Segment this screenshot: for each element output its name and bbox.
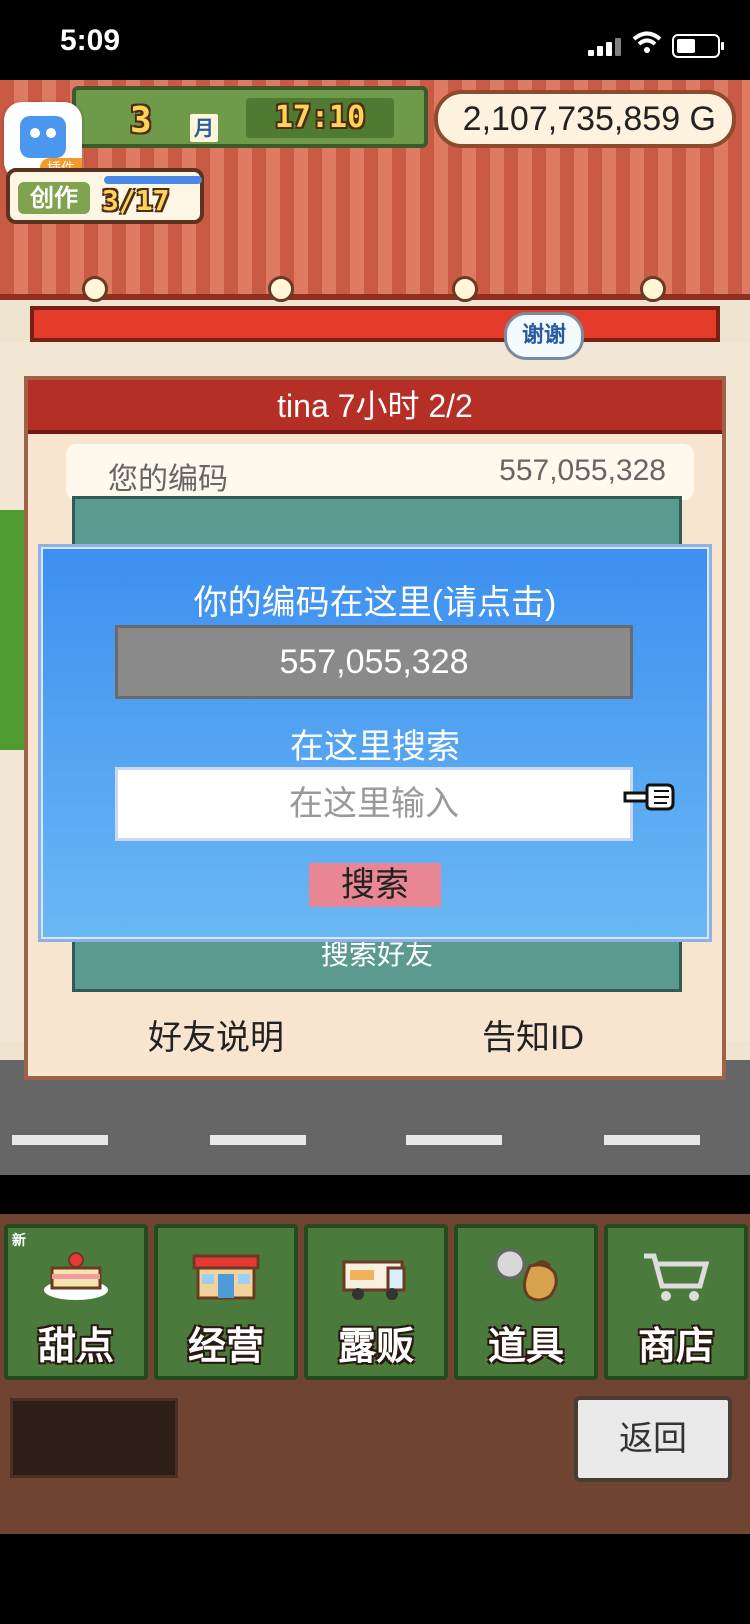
lamp-icon	[452, 276, 478, 302]
lamp-icon	[82, 276, 108, 302]
puzzle-piece-icon	[20, 116, 66, 158]
back-button[interactable]: 返回	[574, 1396, 732, 1482]
gold-counter: 2,107,735,859 G	[434, 90, 736, 148]
app-root: 5:09 3 月 17:10 2,107,735,859 G 创作 3/17 谢…	[0, 0, 750, 1624]
cellular-signal-icon	[588, 34, 622, 56]
thanks-bubble[interactable]: 谢谢	[504, 312, 584, 360]
road-line	[406, 1135, 502, 1145]
tell-id-link[interactable]: 告知ID	[482, 1010, 584, 1059]
your-code-row: 您的编码 557,055,328	[66, 444, 694, 500]
friend-links: 好友说明 告知ID	[28, 1010, 722, 1070]
month-unit: 月	[190, 114, 218, 142]
create-count: 3/17	[102, 184, 170, 217]
menu-item-dessert[interactable]: 新 甜点	[4, 1224, 148, 1380]
menu-label: 甜点	[37, 1324, 114, 1368]
cake-icon	[36, 1244, 116, 1308]
menu-row: 新 甜点 经营 露贩 道具 商店	[0, 1224, 750, 1380]
bottom-panel: 新 甜点 经营 露贩 道具 商店	[0, 1214, 750, 1534]
month-clock-panel: 3 月 17:10	[72, 86, 428, 148]
create-progress-bar	[104, 176, 202, 184]
your-code-box[interactable]: 557,055,328	[115, 625, 633, 699]
lamp-icon	[640, 276, 666, 302]
menu-label: 经营	[187, 1324, 264, 1368]
wifi-icon	[632, 30, 662, 56]
code-value: 557,055,328	[499, 454, 666, 487]
friend-panel-title: tina 7小时 2/2	[28, 380, 722, 434]
new-tag: 新	[12, 1233, 26, 1249]
lamp-icon	[268, 276, 294, 302]
shop-awning	[30, 306, 720, 342]
dark-slot	[10, 1398, 178, 1478]
game-clock: 17:10	[246, 98, 394, 138]
search-label: 在这里搜索	[290, 727, 460, 767]
search-input[interactable]: 在这里输入	[115, 767, 633, 841]
item-bag-icon	[486, 1244, 566, 1308]
status-bar: 5:09	[0, 0, 750, 80]
create-badge: 创作 3/17	[6, 168, 204, 224]
road-line	[604, 1135, 700, 1145]
battery-icon	[672, 34, 724, 58]
menu-label: 露贩	[337, 1324, 414, 1368]
friend-explanation-link[interactable]: 好友说明	[148, 1010, 284, 1059]
hand-pointer-icon	[621, 775, 677, 819]
month-value: 3	[130, 100, 152, 141]
search-dialog: 你的编码在这里(请点击) 557,055,328 在这里搜索 在这里输入 搜索	[38, 544, 712, 942]
menu-item-store[interactable]: 商店	[604, 1224, 748, 1380]
menu-item-manage[interactable]: 经营	[154, 1224, 298, 1380]
menu-label: 商店	[637, 1324, 714, 1368]
road-line	[12, 1135, 108, 1145]
food-truck-icon	[336, 1244, 416, 1308]
search-button[interactable]: 搜索	[309, 863, 441, 907]
menu-item-items[interactable]: 道具	[454, 1224, 598, 1380]
code-label: 您的编码	[108, 463, 228, 496]
menu-item-food-truck[interactable]: 露贩	[304, 1224, 448, 1380]
dialog-title: 你的编码在这里(请点击)	[193, 584, 557, 622]
status-time: 5:09	[60, 24, 121, 57]
create-label: 创作	[18, 182, 90, 214]
menu-label: 道具	[487, 1324, 564, 1368]
cart-icon	[636, 1244, 716, 1308]
road-line	[210, 1135, 306, 1145]
shop-icon	[186, 1244, 266, 1308]
